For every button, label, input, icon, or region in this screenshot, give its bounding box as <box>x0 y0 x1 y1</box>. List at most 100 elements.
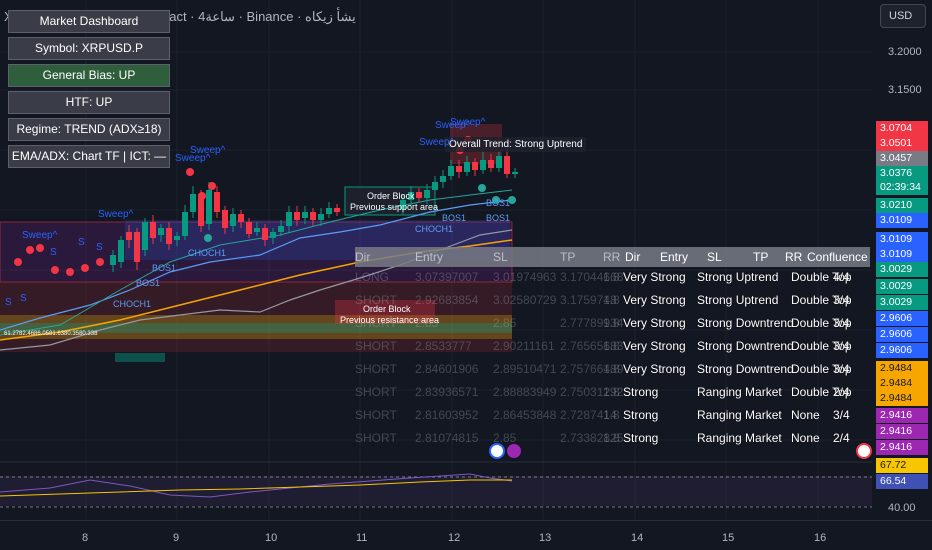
oscillator-level-label: 40.00 <box>888 502 916 514</box>
ghost-cell: 2.81074815 <box>415 431 479 445</box>
column-header: Dir <box>625 250 641 264</box>
price-tag: 3.0704 <box>876 121 928 136</box>
table-cell: Very Strong <box>623 293 686 307</box>
ghost-cell: 1.8 <box>603 293 620 307</box>
table-cell: Ranging Market <box>697 408 782 422</box>
time-label: 10 <box>265 532 278 544</box>
ghost-cell: 2.92683854 <box>415 293 479 307</box>
price-tag: 3.0029 <box>876 262 928 277</box>
s-marker: S <box>20 293 27 304</box>
candle-body <box>270 232 276 238</box>
sell-marker <box>81 264 89 272</box>
sweep-label: Sweep^ <box>22 230 58 241</box>
bos-label: BOS1 <box>442 213 467 223</box>
time-axis[interactable] <box>0 520 932 550</box>
price-tag: 2.9484 <box>876 376 928 391</box>
ghost-cell: LONG <box>355 270 390 284</box>
sell-marker <box>36 244 44 252</box>
candle-body <box>480 160 486 170</box>
time-label: 16 <box>814 532 827 544</box>
candle-body <box>432 182 438 190</box>
ghost-column-header: Dir <box>355 250 371 264</box>
ghost-cell: 3.02580729 <box>493 293 557 307</box>
candle-body <box>334 208 340 212</box>
sell-marker <box>96 258 104 266</box>
table-row: SHORT 2.81074815 2.85 2.73382825 1.8 Strong Ra… <box>355 428 870 451</box>
table-cell: 3/4 <box>833 316 850 330</box>
price-tag: 3.0109 <box>876 247 928 262</box>
s-marker: S <box>5 297 12 308</box>
ghost-cell: SHORT <box>355 293 397 307</box>
candle-body <box>166 228 172 244</box>
column-header: SL <box>707 250 722 264</box>
market-dashboard: Market Dashboard Symbol: XRPUSD.P General … <box>8 10 170 172</box>
table-cell: Strong Uptrend <box>697 293 779 307</box>
ghost-cell: 1.8 <box>603 316 620 330</box>
column-header: TP <box>753 250 769 264</box>
table-row: LONG 3.07397007 3.01974963 3.17044668 1.8 Ver… <box>355 267 870 290</box>
table-row: SHORT 2.84601906 2.89510471 2.75766489 1.8 Ve… <box>355 359 870 382</box>
table-cell: 3/4 <box>833 408 850 422</box>
ghost-cell: 2.90211161 <box>493 339 555 353</box>
sweep-label: Sweep^ <box>450 117 486 128</box>
choch-label: CHOCH1 <box>415 224 454 234</box>
ghost-cell: 3.07397007 <box>415 270 479 284</box>
bos-label: BOS1 <box>152 263 177 273</box>
order-block-upper-title: Order Block <box>367 191 415 201</box>
sell-marker <box>51 266 59 274</box>
table-cell: 4/4 <box>833 270 850 284</box>
price-label: 3.2000 <box>888 46 922 58</box>
candle-body <box>464 162 470 172</box>
price-tag: 2.9606 <box>876 327 928 342</box>
candle-body <box>142 222 148 250</box>
candle-body <box>424 190 430 198</box>
choch-label: CHOCH1 <box>188 248 227 258</box>
ghost-cell: SHORT <box>355 431 397 445</box>
sweep-label: Sweep^ <box>190 145 226 156</box>
ghost-cell: 1.8 <box>603 408 620 422</box>
ghost-cell: 1.8 <box>603 339 620 353</box>
ghost-cell: 2.85 <box>493 431 517 445</box>
oscillator-band <box>0 476 872 506</box>
ghost-cell: 1.8 <box>603 385 620 399</box>
order-block-upper-sub: Previous support area <box>350 202 439 212</box>
ghost-column-header: SL <box>493 250 508 264</box>
table-cell: 3/4 <box>833 339 850 353</box>
table-cell: None <box>791 431 820 445</box>
candle-body <box>440 176 446 182</box>
ghost-cell: 2.81603952 <box>415 408 479 422</box>
dashboard-row: General Bias: UP <box>8 64 170 87</box>
bos-label: BOS1 <box>136 278 161 288</box>
table-cell: 3/4 <box>833 362 850 376</box>
price-tag: 2.9416 <box>876 408 928 423</box>
price-tag: 3.0109 <box>876 232 928 247</box>
buy-marker <box>204 234 212 242</box>
table-header: Dir Entry SL TP RR Dir Entry SL TP RR Confluence <box>355 247 870 267</box>
ghost-cell: 2.85 <box>493 316 517 330</box>
price-tag: 02:39:34 <box>876 180 928 195</box>
table-row: SHORT 2.81603952 2.86453848 2.7287414 1.8 Str… <box>355 405 870 428</box>
sweep-label: Sweep^ <box>419 137 455 148</box>
dashboard-row: EMA/ADX: Chart TF | ICT: — <box>8 145 170 168</box>
table-row: SHORT 2.92683854 3.02580729 3.1759748 1.8 Ver… <box>355 290 870 313</box>
price-tag: 66.54 <box>876 474 928 489</box>
ghost-cell: 2.8533777 <box>415 339 472 353</box>
table-body: LONG 3.07397007 3.01974963 3.17044668 1.8 Ver… <box>355 267 870 451</box>
candle-body <box>326 208 332 214</box>
time-label: 11 <box>356 532 368 544</box>
candle-body <box>158 228 164 235</box>
ghost-cell: SHORT <box>355 362 397 376</box>
table-row: SHORT 2.85 2.85 2.77789934 1.8 Very Strong Str… <box>355 313 870 336</box>
candle-body <box>310 212 316 220</box>
candle-body <box>318 214 324 220</box>
ghost-column-header: Entry <box>415 250 444 264</box>
table-cell: 3/4 <box>833 293 850 307</box>
table-cell: None <box>791 408 820 422</box>
table-row: SHORT 2.8533777 2.90211161 2.76565683 1.8 Ver… <box>355 336 870 359</box>
candle-body <box>254 228 260 232</box>
time-label: 8 <box>82 532 89 544</box>
time-label: 13 <box>539 532 552 544</box>
time-label: 15 <box>722 532 735 544</box>
ghost-cell: SHORT <box>355 385 397 399</box>
ghost-cell: 2.89510471 <box>493 362 557 376</box>
